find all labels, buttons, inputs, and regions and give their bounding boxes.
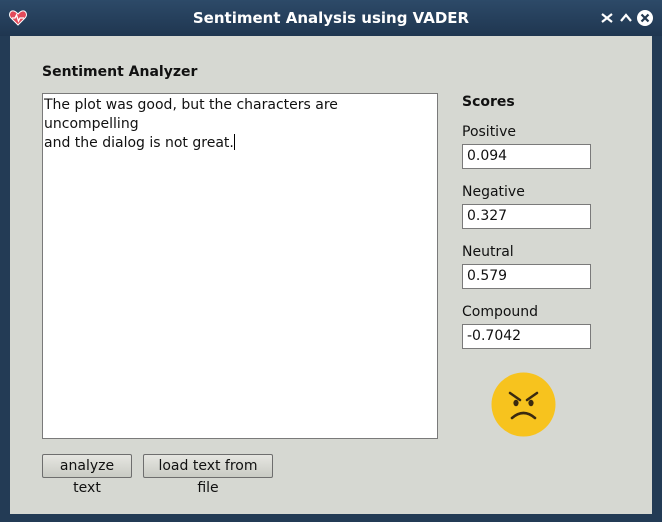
scores-heading: Scores — [462, 94, 515, 110]
negative-label: Negative — [462, 184, 525, 200]
text-caret — [233, 134, 235, 150]
app-window: Sentiment Analysis using VADER Sentiment… — [0, 0, 662, 522]
face-circle — [491, 372, 556, 437]
neutral-score-field[interactable]: 0.579 — [462, 264, 591, 289]
main-panel: Sentiment Analyzer The plot was good, bu… — [10, 36, 652, 514]
maximize-chevron-icon[interactable] — [617, 9, 635, 27]
compound-score-field[interactable]: -0.7042 — [462, 324, 591, 349]
title-bar[interactable]: Sentiment Analysis using VADER — [0, 0, 662, 36]
positive-score-field[interactable]: 0.094 — [462, 144, 591, 169]
angry-face-icon — [491, 372, 556, 437]
positive-label: Positive — [462, 124, 516, 140]
text-input-area[interactable]: The plot was good, but the characters ar… — [42, 93, 438, 439]
neutral-label: Neutral — [462, 244, 514, 260]
compound-label: Compound — [462, 304, 539, 320]
negative-score-field[interactable]: 0.327 — [462, 204, 591, 229]
close-down-chevron-icon[interactable] — [598, 9, 616, 27]
text-content: The plot was good, but the characters ar… — [44, 97, 338, 151]
window-title: Sentiment Analysis using VADER — [192, 9, 470, 27]
load-text-button[interactable]: load text from file — [143, 454, 273, 496]
analyzer-heading: Sentiment Analyzer — [42, 64, 198, 80]
analyze-text-button[interactable]: analyze text — [42, 454, 132, 496]
close-icon[interactable] — [636, 9, 654, 27]
